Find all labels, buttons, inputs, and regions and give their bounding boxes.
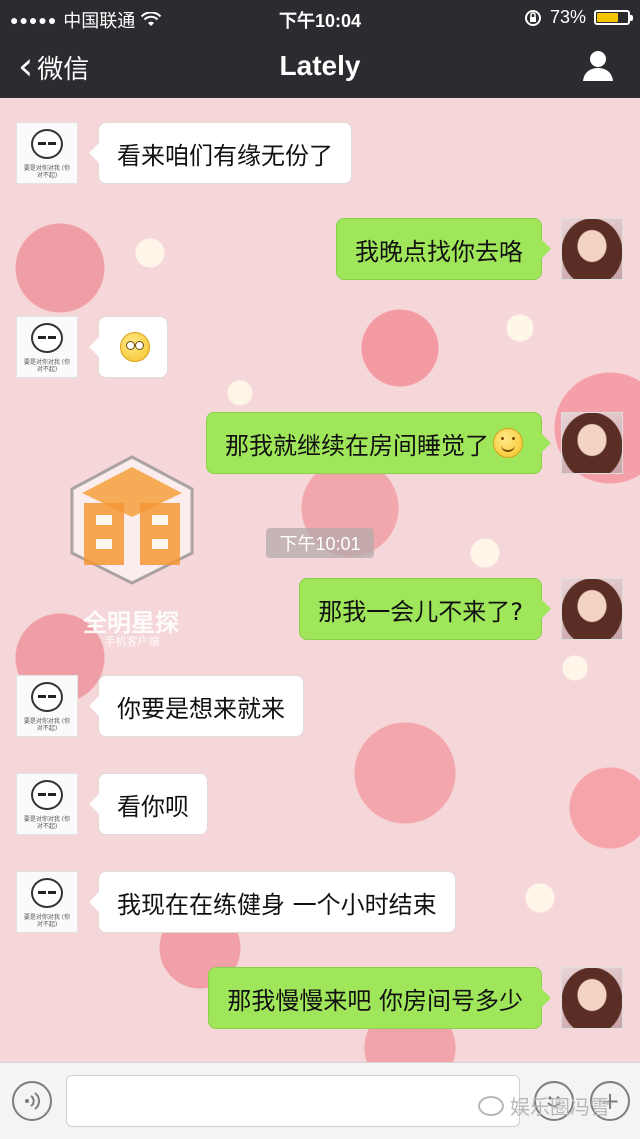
panda-face-icon — [31, 129, 63, 159]
avatar-caption: 要是对你对我 (你 对不起) — [23, 359, 71, 373]
battery-icon — [594, 10, 633, 25]
my-avatar[interactable] — [561, 412, 623, 474]
contact-avatar[interactable]: 要是对你对我 (你 对不起) — [16, 316, 78, 378]
message-bubble-outgoing[interactable]: 那我一会儿不来了? — [299, 578, 551, 640]
wechat-logo-icon — [478, 1095, 504, 1116]
avatar-caption: 要是对你对我 (你 对不起) — [23, 816, 71, 830]
message-text: 我晚点找你去咯 — [355, 237, 523, 266]
avatar-caption: 要是对你对我 (你 对不起) — [23, 165, 71, 179]
message-input-field[interactable] — [66, 1075, 520, 1127]
message-bubble-outgoing[interactable]: 我晚点找你去咯 — [336, 218, 551, 280]
message-text: 那我慢慢来吧 你房间号多少 — [227, 986, 523, 1015]
watermark-subtitle: 手机客户端 — [104, 635, 160, 648]
input-bar: + 娱乐圈冯雪 — [0, 1062, 640, 1139]
smile-emoji-icon — [493, 428, 523, 458]
my-avatar[interactable] — [561, 218, 623, 280]
message-bubble-incoming[interactable] — [89, 316, 168, 378]
message-bubble-outgoing[interactable]: 那我就继续在房间睡觉了 — [206, 412, 551, 474]
person-icon[interactable] — [580, 48, 616, 84]
wechat-account-watermark: 娱乐圈冯雪 — [478, 1091, 610, 1120]
message-bubble-incoming[interactable]: 看来咱们有缘无份了 — [89, 122, 352, 184]
my-avatar[interactable] — [561, 578, 623, 640]
status-bar: ●●●●● 中国联通 下午10:04 73% — [0, 0, 640, 34]
message-bubble-incoming[interactable]: 看你呗 — [89, 773, 208, 835]
chat-area[interactable]: 全明星探 手机客户端 要是对你对我 (你 对不起) 看来咱们有缘无份了 我晚点找… — [0, 98, 640, 1062]
battery-fill — [597, 13, 618, 22]
contact-avatar[interactable]: 要是对你对我 (你 对不起) — [16, 871, 78, 933]
message-text: 我现在在练健身 一个小时结束 — [117, 890, 437, 919]
voice-button[interactable] — [12, 1081, 52, 1121]
watermark: 全明星探 手机客户端 — [66, 453, 198, 653]
my-avatar[interactable] — [561, 967, 623, 1029]
avatar-caption: 要是对你对我 (你 对不起) — [23, 914, 71, 928]
panda-face-icon — [31, 878, 63, 908]
message-text: 看你呗 — [117, 792, 189, 821]
chat-title: Lately — [279, 50, 361, 81]
message-text: 看来咱们有缘无份了 — [117, 141, 333, 170]
message-text: 那我一会儿不来了? — [318, 597, 523, 626]
message-bubble-incoming[interactable]: 我现在在练健身 一个小时结束 — [89, 871, 456, 933]
message-timestamp: 下午10:01 — [266, 528, 374, 558]
panda-face-icon — [31, 682, 63, 712]
cube-logo-icon — [70, 455, 194, 585]
message-bubble-outgoing[interactable]: 那我慢慢来吧 你房间号多少 — [208, 967, 551, 1029]
contact-avatar[interactable]: 要是对你对我 (你 对不起) — [16, 675, 78, 737]
message-text: 那我就继续在房间睡觉了 — [225, 431, 489, 460]
wechat-account-name: 娱乐圈冯雪 — [510, 1095, 610, 1119]
battery-percent: 73% — [549, 7, 586, 27]
message-bubble-incoming[interactable]: 你要是想来就来 — [89, 675, 304, 737]
contact-avatar[interactable]: 要是对你对我 (你 对不起) — [16, 773, 78, 835]
message-text: 你要是想来就来 — [117, 694, 285, 723]
message-input[interactable] — [67, 1076, 519, 1126]
rotation-lock-icon — [524, 9, 541, 26]
voice-icon — [25, 1092, 40, 1110]
avatar-caption: 要是对你对我 (你 对不起) — [23, 718, 71, 732]
status-right: 73% — [524, 7, 633, 28]
contact-avatar[interactable]: 要是对你对我 (你 对不起) — [16, 122, 78, 184]
panda-face-icon — [31, 780, 63, 810]
nav-bar: ‹ 微信 Lately — [0, 34, 640, 98]
shy-face-emoji-icon — [120, 332, 150, 362]
panda-face-icon — [31, 323, 63, 353]
